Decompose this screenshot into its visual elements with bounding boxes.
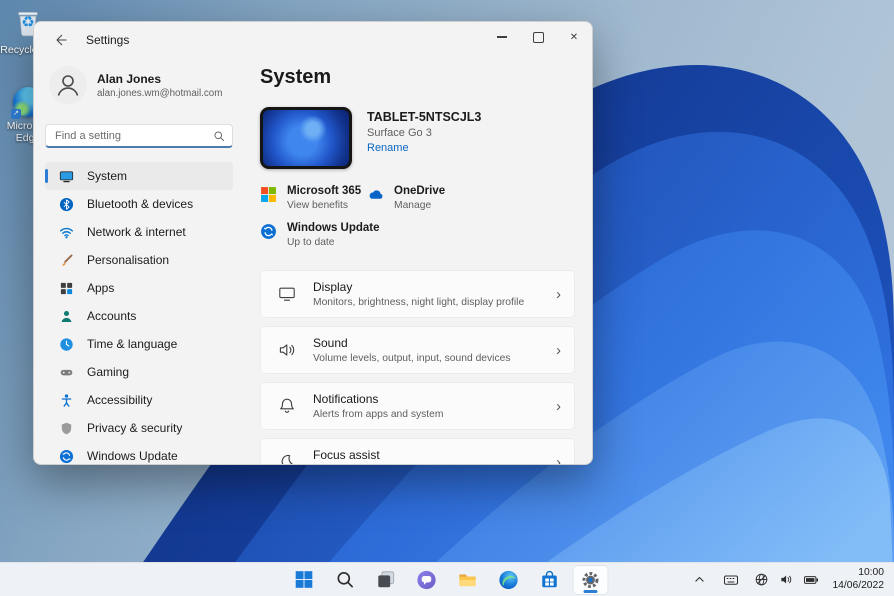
maximize-button[interactable] xyxy=(520,22,556,52)
profile-name: Alan Jones xyxy=(97,72,222,86)
window-title: Settings xyxy=(86,33,129,47)
taskbar-clock[interactable]: 10:00 14/06/2022 xyxy=(832,567,888,593)
search-icon xyxy=(213,130,225,142)
search-input[interactable] xyxy=(45,124,233,148)
sidebar-item-network-internet[interactable]: Network & internet xyxy=(45,218,233,246)
bluetooth-icon xyxy=(58,196,74,212)
taskbar-settings-button[interactable] xyxy=(574,566,608,594)
card-focus-assist[interactable]: Focus assist Notifications, automatic ru… xyxy=(260,438,575,465)
personalisation-icon xyxy=(58,252,74,268)
sidebar-item-windows-update[interactable]: Windows Update xyxy=(45,442,233,465)
onedrive-icon xyxy=(367,186,384,203)
microsoft-365-icon xyxy=(260,186,277,203)
sidebar-item-accessibility[interactable]: Accessibility xyxy=(45,386,233,414)
minimize-button[interactable] xyxy=(484,22,520,52)
settings-gear-icon xyxy=(581,570,601,590)
task-view-icon xyxy=(376,570,395,589)
system-icon xyxy=(58,168,74,184)
chat-icon xyxy=(417,570,437,590)
search-icon xyxy=(335,570,354,589)
focus-assist-icon xyxy=(277,452,297,465)
taskbar-search-button[interactable] xyxy=(328,566,362,594)
avatar xyxy=(49,66,87,104)
close-button[interactable]: ✕ xyxy=(556,22,592,52)
sidebar-nav: System Bluetooth & devices Network & int… xyxy=(45,162,233,465)
apps-icon xyxy=(58,280,74,296)
taskbar-store-button[interactable] xyxy=(533,566,567,594)
chevron-right-icon: › xyxy=(556,399,561,414)
taskbar-taskview-button[interactable] xyxy=(369,566,403,594)
device-name: TABLET-5NTSCJL3 xyxy=(367,110,481,124)
tray-battery-icon[interactable] xyxy=(800,567,822,593)
file-explorer-icon xyxy=(458,570,478,590)
back-button[interactable] xyxy=(48,28,74,52)
taskbar-start-button[interactable] xyxy=(287,566,321,594)
shortcut-arrow-icon: ↗ xyxy=(11,109,21,119)
card-sound[interactable]: Sound Volume levels, output, input, soun… xyxy=(260,326,575,374)
taskbar-explorer-button[interactable] xyxy=(451,566,485,594)
microsoft-365-link[interactable]: Microsoft 365 View benefits xyxy=(260,185,367,211)
minimize-icon xyxy=(497,36,507,37)
windows-update-icon xyxy=(58,448,74,464)
settings-window: Settings ✕ Alan Jones alan.jones.wm@hotm… xyxy=(33,21,593,465)
desktop: ♻ Recycle Bin ↗ Microsoft Edge Settings … xyxy=(0,0,894,596)
maximize-icon xyxy=(533,32,544,43)
system-tray: 10:00 14/06/2022 xyxy=(688,563,888,596)
windows-update-icon xyxy=(260,223,277,240)
titlebar: Settings ✕ xyxy=(34,22,592,58)
accessibility-icon xyxy=(58,392,74,408)
taskbar-edge-button[interactable] xyxy=(492,566,526,594)
network-icon xyxy=(58,224,74,240)
settings-search xyxy=(45,124,233,148)
sidebar-item-time-language[interactable]: Time & language xyxy=(45,330,233,358)
device-thumbnail xyxy=(260,107,352,169)
tray-touch-keyboard-icon[interactable] xyxy=(720,567,742,593)
sidebar-item-gaming[interactable]: Gaming xyxy=(45,358,233,386)
chevron-right-icon: › xyxy=(556,343,561,358)
card-display[interactable]: Display Monitors, brightness, night ligh… xyxy=(260,270,575,318)
start-icon xyxy=(294,570,313,589)
settings-cards: Display Monitors, brightness, night ligh… xyxy=(260,270,575,465)
gaming-icon xyxy=(58,364,74,380)
chevron-right-icon: › xyxy=(556,287,561,302)
onedrive-link[interactable]: OneDrive Manage xyxy=(367,185,445,211)
quick-links: Microsoft 365 View benefits OneDrive Man… xyxy=(260,185,575,248)
time-language-icon xyxy=(58,336,74,352)
accounts-icon xyxy=(58,308,74,324)
sidebar-item-system[interactable]: System xyxy=(45,162,233,190)
privacy-icon xyxy=(58,420,74,436)
device-info: TABLET-5NTSCJL3 Surface Go 3 Rename xyxy=(260,107,575,169)
tray-date: 14/06/2022 xyxy=(832,580,884,593)
settings-sidebar: Alan Jones alan.jones.wm@hotmail.com Sys… xyxy=(34,58,260,464)
windows-update-status[interactable]: Windows Update Up to date xyxy=(260,222,380,248)
device-model: Surface Go 3 xyxy=(367,127,481,139)
tray-no-internet-globe-icon[interactable] xyxy=(750,567,772,593)
sidebar-item-privacy-security[interactable]: Privacy & security xyxy=(45,414,233,442)
account-profile[interactable]: Alan Jones alan.jones.wm@hotmail.com xyxy=(49,66,260,104)
sidebar-item-accounts[interactable]: Accounts xyxy=(45,302,233,330)
sidebar-item-personalisation[interactable]: Personalisation xyxy=(45,246,233,274)
rename-link[interactable]: Rename xyxy=(367,142,481,154)
page-title: System xyxy=(260,66,575,89)
chevron-right-icon: › xyxy=(556,455,561,466)
tray-speaker-icon[interactable] xyxy=(775,567,797,593)
notifications-icon xyxy=(277,396,297,416)
edge-icon xyxy=(499,570,519,590)
tray-time: 10:00 xyxy=(832,567,884,580)
settings-main: System TABLET-5NTSCJL3 Surface Go 3 Rena… xyxy=(260,58,575,464)
taskbar: 10:00 14/06/2022 xyxy=(0,562,894,596)
card-notifications[interactable]: Notifications Alerts from apps and syste… xyxy=(260,382,575,430)
sidebar-item-bluetooth-devices[interactable]: Bluetooth & devices xyxy=(45,190,233,218)
sidebar-item-apps[interactable]: Apps xyxy=(45,274,233,302)
store-icon xyxy=(540,570,560,590)
sound-icon xyxy=(277,340,297,360)
profile-email: alan.jones.wm@hotmail.com xyxy=(97,88,222,99)
tray-chevron-up-icon[interactable] xyxy=(688,567,710,593)
display-icon xyxy=(277,284,297,304)
taskbar-chat-button[interactable] xyxy=(410,566,444,594)
